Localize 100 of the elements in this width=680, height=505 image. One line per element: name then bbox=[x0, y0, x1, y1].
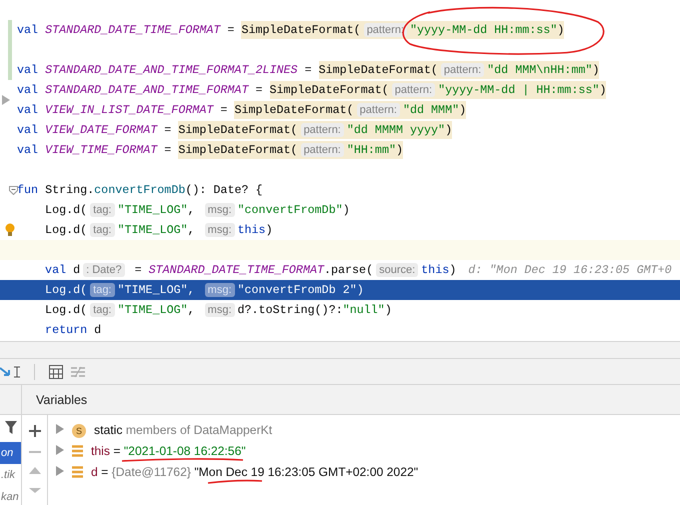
parameter-hint: msg: bbox=[204, 223, 235, 237]
code-text: SimpleDateFormat( bbox=[241, 23, 361, 37]
expand-icon[interactable] bbox=[56, 445, 64, 455]
parameter-hint: pattern: bbox=[300, 123, 344, 137]
parameter-hint: msg: bbox=[204, 303, 235, 317]
fold-icon[interactable] bbox=[9, 186, 18, 195]
parameter-hint: pattern: bbox=[440, 63, 484, 77]
inline-debug-value: d: "Mon Dec 19 16:23:05 GMT+0 bbox=[468, 263, 672, 277]
code-text: = bbox=[219, 103, 228, 117]
keyword: val bbox=[17, 83, 40, 97]
code-text: ) bbox=[356, 283, 364, 297]
list-icon[interactable] bbox=[71, 366, 85, 378]
variable-label: static bbox=[94, 423, 122, 437]
variable-value: "2021-01-08 16:22:56" bbox=[124, 444, 246, 458]
code-text: ) bbox=[599, 83, 606, 97]
frame-item[interactable]: on bbox=[0, 442, 21, 464]
code-text: ) bbox=[557, 23, 564, 37]
string-literal: "TIME_LOG" bbox=[118, 303, 188, 317]
variable-text: = bbox=[100, 465, 110, 479]
keyword: val bbox=[17, 63, 40, 77]
keyword: val bbox=[17, 23, 40, 37]
variable-description: {Date@11762} bbox=[112, 465, 192, 479]
parameter-hint: pattern: bbox=[356, 103, 400, 117]
expand-icon[interactable] bbox=[56, 424, 64, 434]
constant-name: STANDARD_DATE_TIME_FORMAT bbox=[45, 23, 220, 37]
up-icon[interactable] bbox=[28, 467, 40, 474]
keyword: return bbox=[44, 323, 88, 337]
code-text: , bbox=[188, 223, 196, 237]
code-text: SimpleDateFormat( bbox=[234, 103, 354, 117]
plus-icon[interactable] bbox=[28, 425, 40, 437]
code-text: , bbox=[188, 283, 196, 297]
code-text: ) bbox=[445, 123, 452, 137]
string-literal: "dd MMM\nHH:mm" bbox=[487, 63, 592, 77]
code-text: d?.toString()?: bbox=[238, 303, 343, 317]
down-icon[interactable] bbox=[28, 488, 40, 493]
code-text: ) bbox=[266, 223, 273, 237]
code-text: SimpleDateFormat( bbox=[178, 143, 298, 157]
parameter-hint: source: bbox=[376, 263, 418, 277]
calculator-icon[interactable] bbox=[49, 364, 63, 378]
parameter-hint: : Date? bbox=[83, 263, 125, 277]
parameter-hint: pattern: bbox=[392, 83, 436, 97]
code-text: Log.d( bbox=[44, 223, 88, 237]
string-literal: "TIME_LOG" bbox=[118, 283, 188, 297]
code-text: .parse( bbox=[324, 263, 374, 277]
keyword: fun bbox=[17, 183, 40, 197]
parameter-hint: tag: bbox=[90, 303, 114, 317]
expand-icon[interactable] bbox=[56, 466, 64, 476]
constant-name: VIEW_IN_LIST_DATE_FORMAT bbox=[45, 103, 214, 117]
constant-name: STANDARD_DATE_AND_TIME_FORMAT_2LINES bbox=[45, 63, 298, 77]
string-literal: "yyyy-MM-dd | HH:mm:ss" bbox=[438, 83, 600, 97]
parameter-hint: tag: bbox=[90, 203, 114, 217]
string-literal: "convertFromDb" bbox=[238, 203, 343, 217]
constant-name: STANDARD_DATE_AND_TIME_FORMAT bbox=[45, 83, 248, 97]
string-literal: "convertFromDb 2" bbox=[238, 283, 357, 297]
keyword: val bbox=[44, 263, 68, 277]
keyword: this bbox=[421, 263, 450, 277]
string-literal: "HH:mm" bbox=[346, 143, 396, 157]
keyword: val bbox=[17, 143, 40, 157]
lightbulb-icon[interactable] bbox=[5, 223, 15, 237]
keyword: val bbox=[17, 123, 40, 137]
code-text: = bbox=[163, 143, 172, 157]
variable-name: this bbox=[91, 444, 110, 458]
code-text: = bbox=[163, 123, 172, 137]
static-badge: S bbox=[72, 424, 86, 438]
code-text: SimpleDateFormat( bbox=[270, 83, 389, 97]
field-icon bbox=[72, 445, 83, 457]
code-text: ) bbox=[396, 143, 403, 157]
code-text: (): Date? { bbox=[185, 183, 263, 197]
code-text: ) bbox=[449, 263, 456, 277]
code-text: Log.d( bbox=[44, 283, 88, 297]
code-text: ) bbox=[384, 303, 392, 317]
variable-description: members of DataMapperKt bbox=[124, 423, 272, 437]
function-name: convertFromDb bbox=[94, 183, 186, 197]
constant-name: VIEW_TIME_FORMAT bbox=[45, 143, 158, 157]
variable-text: "Mon Dec 19 16:23:05 GMT+02:00 2022" bbox=[194, 465, 418, 479]
frame-item[interactable]: .tik bbox=[0, 464, 21, 486]
code-text: , bbox=[188, 203, 196, 217]
code-text: = bbox=[254, 83, 264, 97]
code-text: d bbox=[73, 263, 80, 277]
minus-icon[interactable] bbox=[28, 451, 40, 453]
code-text: ) bbox=[342, 203, 350, 217]
keyword: this bbox=[238, 223, 266, 237]
filter-icon[interactable] bbox=[5, 421, 17, 434]
parameter-hint: pattern: bbox=[300, 143, 344, 157]
string-literal: "dd MMM" bbox=[402, 103, 460, 117]
code-text: SimpleDateFormat( bbox=[318, 63, 438, 77]
text-cursor-icon[interactable] bbox=[14, 366, 20, 378]
field-icon bbox=[72, 466, 83, 478]
code-text: Log.d( bbox=[44, 303, 88, 317]
parameter-hint: msg: bbox=[204, 283, 235, 297]
string-literal: "null" bbox=[342, 303, 385, 317]
triangle-icon[interactable] bbox=[2, 95, 10, 105]
frame-item[interactable]: kan bbox=[0, 486, 21, 505]
constant-name: STANDARD_DATE_TIME_FORMAT bbox=[148, 263, 324, 277]
string-literal: "dd MMMM yyyy" bbox=[346, 123, 446, 137]
code-text: String. bbox=[45, 183, 94, 197]
parameter-hint: msg: bbox=[204, 203, 235, 217]
code-text: ) bbox=[459, 103, 466, 117]
parameter-hint: tag: bbox=[90, 223, 114, 237]
keyword: val bbox=[17, 103, 40, 117]
